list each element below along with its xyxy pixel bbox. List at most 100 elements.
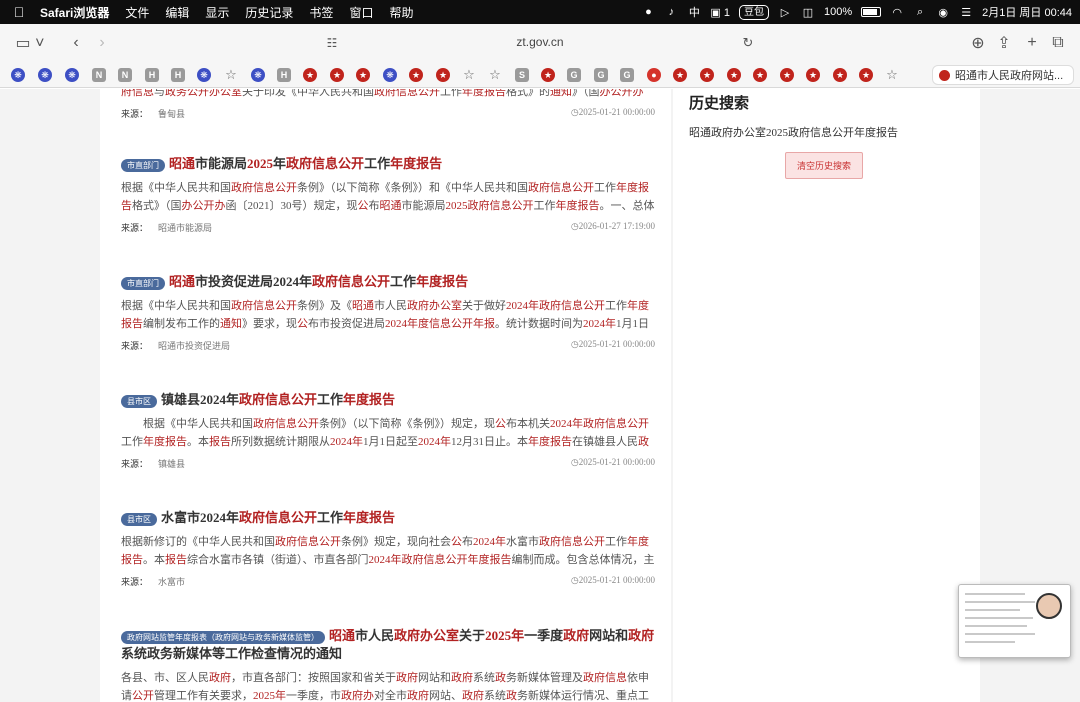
s-letter-icon[interactable]: S	[515, 68, 529, 82]
star-icon[interactable]: ☆	[885, 67, 899, 82]
screenshot-thumbnail[interactable]	[958, 584, 1071, 658]
emblem-icon[interactable]: ★	[303, 68, 317, 82]
menu-app-name[interactable]: Safari浏览器	[38, 4, 117, 21]
paw-icon[interactable]: ❋	[197, 68, 211, 82]
clipboard-icon[interactable]: ◫	[801, 5, 815, 19]
emblem-icon[interactable]: ★	[436, 68, 450, 82]
star-icon[interactable]: ☆	[462, 67, 476, 82]
paw-icon[interactable]: ❋	[65, 68, 79, 82]
emblem-icon[interactable]: ★	[409, 68, 423, 82]
summary-text: 条例》规定，现向社会	[341, 536, 451, 548]
result-meta: 来源： 昭通市投资促进局 ◷2025-01-21 00:00:00	[121, 339, 655, 353]
summary-text: 。统计数据时间为	[495, 318, 583, 330]
back-icon[interactable]: ‹	[66, 32, 86, 54]
record-icon[interactable]: ●	[641, 5, 655, 19]
summary-text: 布市投资促进局	[308, 318, 385, 330]
emblem-icon[interactable]: ★	[780, 68, 794, 82]
menu-help[interactable]: 帮助	[381, 4, 421, 21]
clear-history-button[interactable]: 清空历史搜索	[785, 152, 863, 179]
summary-text: 根据新修订的《中华人民共和国	[121, 536, 275, 548]
summary-text: 政府信息公开	[539, 536, 605, 548]
paw-icon[interactable]: ❋	[11, 68, 25, 82]
doubao-pill[interactable]: 豆包	[738, 4, 769, 20]
emblem-icon[interactable]: ★	[356, 68, 370, 82]
battery-icon[interactable]	[861, 7, 882, 17]
tab-overview-icon[interactable]: ⧉	[1048, 32, 1068, 54]
title-text: 政府信息公开	[286, 156, 365, 171]
menu-file[interactable]: 文件	[117, 4, 157, 21]
summary-text: 条例》及《	[297, 300, 352, 312]
menu-history[interactable]: 历史记录	[237, 4, 301, 21]
address-bar[interactable]: zt.gov.cn	[420, 35, 660, 49]
summary-text: 2024年政府信息公开年度报告	[368, 554, 512, 566]
emblem-icon[interactable]: ★	[727, 68, 741, 82]
play-icon[interactable]: ▷	[778, 5, 792, 19]
result-title[interactable]: 县市区 水富市2024年政府信息公开工作年度报告	[121, 509, 655, 527]
siri-icon[interactable]: ◉	[936, 5, 950, 19]
h-letter-icon[interactable]: H	[171, 68, 185, 82]
title-text: 年度报告	[343, 510, 396, 525]
wifi-icon[interactable]: ◠	[890, 5, 904, 19]
star-icon[interactable]: ☆	[224, 67, 238, 82]
menu-edit[interactable]: 编辑	[157, 4, 197, 21]
title-text: 水富市2024年	[161, 510, 240, 525]
emblem-icon[interactable]: ★	[833, 68, 847, 82]
summary-text: 条例》（以下简称《条例》）和《中华人民共和国	[297, 182, 528, 194]
result-date: ◷2025-01-21 00:00:00	[571, 339, 655, 350]
menu-bar:  Safari浏览器 文件 编辑 显示 历史记录 书签 窗口 帮助 ● ♪ 中…	[0, 0, 1080, 24]
page-menu-icon[interactable]: ☷	[322, 32, 342, 54]
clock[interactable]: 2月1日 周日 00:44	[982, 4, 1072, 20]
download-icon[interactable]: ⊕	[968, 32, 988, 54]
summary-text: 政府	[451, 672, 473, 684]
n-letter-icon[interactable]: N	[92, 68, 106, 82]
result-title[interactable]: 县市区 镇雄县2024年政府信息公开工作年度报告	[121, 391, 655, 409]
history-item[interactable]: 昭通政府办公室2025政府信息公开年度报告	[689, 124, 898, 140]
notification-count[interactable]: ▣ 1	[710, 6, 730, 19]
emblem-icon[interactable]: ★	[541, 68, 555, 82]
emblem-icon[interactable]: ★	[330, 68, 344, 82]
result-title[interactable]: 市直部门 昭通市投资促进局2024年政府信息公开工作年度报告	[121, 273, 655, 291]
emblem-icon[interactable]: ★	[753, 68, 767, 82]
emblem-icon[interactable]: ★	[673, 68, 687, 82]
reload-icon[interactable]: ↻	[738, 32, 758, 54]
star-icon[interactable]: ☆	[488, 67, 502, 82]
input-method-icon[interactable]: 中	[687, 5, 701, 19]
summary-text: 年度报告	[528, 436, 572, 448]
active-tab[interactable]: 昭通市人民政府网站...	[932, 65, 1074, 85]
h-letter-icon[interactable]: H	[145, 68, 159, 82]
summary-text: 政府	[462, 690, 484, 702]
summary-text: 政府信息公开	[231, 182, 297, 194]
summary-text: 年度报告	[555, 200, 600, 212]
menu-view[interactable]: 显示	[197, 4, 237, 21]
g-letter-icon[interactable]: G	[620, 68, 634, 82]
red-site-icon[interactable]: ●	[647, 68, 661, 82]
menu-window[interactable]: 窗口	[341, 4, 381, 21]
result-title[interactable]: 政府网站监管年度报表（政府网站与政务新媒体监管） 昭通市人民政府办公室关于2025…	[121, 627, 655, 663]
control-center-icon[interactable]: ☰	[959, 5, 973, 19]
search-icon[interactable]: ⌕	[913, 5, 927, 19]
emblem-icon[interactable]: ★	[700, 68, 714, 82]
emblem-icon	[939, 69, 950, 81]
summary-text: 公开	[132, 690, 154, 702]
share-icon[interactable]: ⇪	[994, 32, 1014, 54]
menu-bookmarks[interactable]: 书签	[301, 4, 341, 21]
microphone-icon[interactable]: ♪	[664, 5, 678, 19]
title-text: 一季度	[524, 628, 564, 643]
paw-icon[interactable]: ❋	[38, 68, 52, 82]
title-text: 年度报告	[416, 274, 469, 289]
result-item: 县市区 镇雄县2024年政府信息公开工作年度报告 根据《中华人民共和国政府信息公开…	[121, 391, 655, 471]
new-tab-icon[interactable]: +	[1022, 32, 1042, 54]
n-letter-icon[interactable]: N	[118, 68, 132, 82]
emblem-icon[interactable]: ★	[859, 68, 873, 82]
emblem-icon[interactable]: ★	[806, 68, 820, 82]
summary-text: 政	[506, 690, 517, 702]
g-letter-icon[interactable]: G	[594, 68, 608, 82]
h-letter-icon[interactable]: H	[277, 68, 291, 82]
apple-icon[interactable]: 	[0, 4, 38, 20]
g-letter-icon[interactable]: G	[567, 68, 581, 82]
paw-icon[interactable]: ❋	[251, 68, 265, 82]
sidebar-toggle-icon[interactable]: ▭ ˅	[12, 32, 48, 54]
forward-icon[interactable]: ›	[92, 32, 112, 54]
result-title[interactable]: 市直部门 昭通市能源局2025年政府信息公开工作年度报告	[121, 155, 655, 173]
paw-icon[interactable]: ❋	[383, 68, 397, 82]
